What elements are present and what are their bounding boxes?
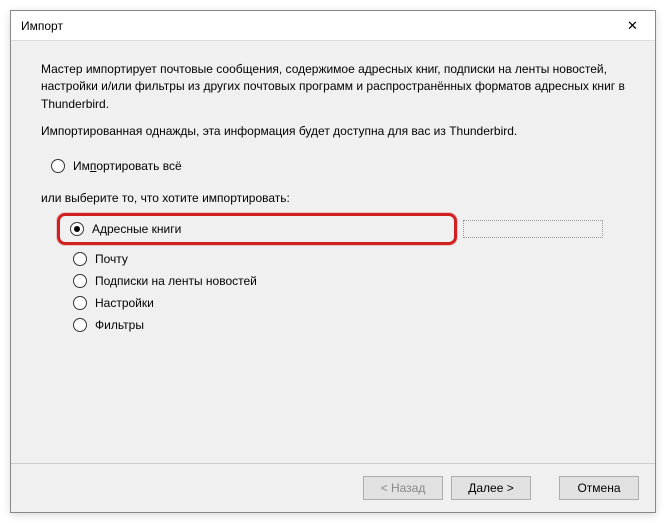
description-text-1: Мастер импортирует почтовые сообщения, с… [41,61,625,113]
highlight-annotation: Адресные книги [63,211,603,248]
radio-icon [73,274,87,288]
button-bar: < Назад Далее > Отмена [11,463,655,512]
cancel-button[interactable]: Отмена [559,476,639,500]
radio-icon [51,159,65,173]
window-title: Импорт [21,19,610,33]
back-button[interactable]: < Назад [363,476,443,500]
radio-mail-label: Почту [95,252,128,266]
radio-mail[interactable]: Почту [63,248,625,270]
description-text-2: Импортированная однажды, эта информация … [41,123,625,140]
titlebar: Импорт ✕ [11,11,655,41]
radio-settings-label: Настройки [95,296,154,310]
radio-icon [73,296,87,310]
or-select-label: или выберите то, что хотите импортироват… [41,191,625,205]
radio-import-all-label: Импортировать всё [73,159,182,173]
radio-address-books[interactable]: Адресные книги [64,218,450,240]
radio-filters[interactable]: Фильтры [63,314,625,336]
radio-feeds[interactable]: Подписки на ленты новостей [63,270,625,292]
next-button[interactable]: Далее > [451,476,531,500]
radio-icon [70,222,84,236]
content-area: Мастер импортирует почтовые сообщения, с… [11,41,655,463]
close-button[interactable]: ✕ [610,11,655,40]
radio-import-all[interactable]: Импортировать всё [41,155,625,177]
radio-filters-label: Фильтры [95,318,144,332]
radio-icon [73,252,87,266]
radio-feeds-label: Подписки на ленты новостей [95,274,257,288]
radio-settings[interactable]: Настройки [63,292,625,314]
radio-icon [73,318,87,332]
import-dialog: Импорт ✕ Мастер импортирует почтовые соо… [10,10,656,513]
dotted-field [463,220,603,238]
sub-options-group: Адресные книги Почту Подписки на ленты н… [41,211,625,336]
radio-address-books-label: Адресные книги [92,222,181,236]
